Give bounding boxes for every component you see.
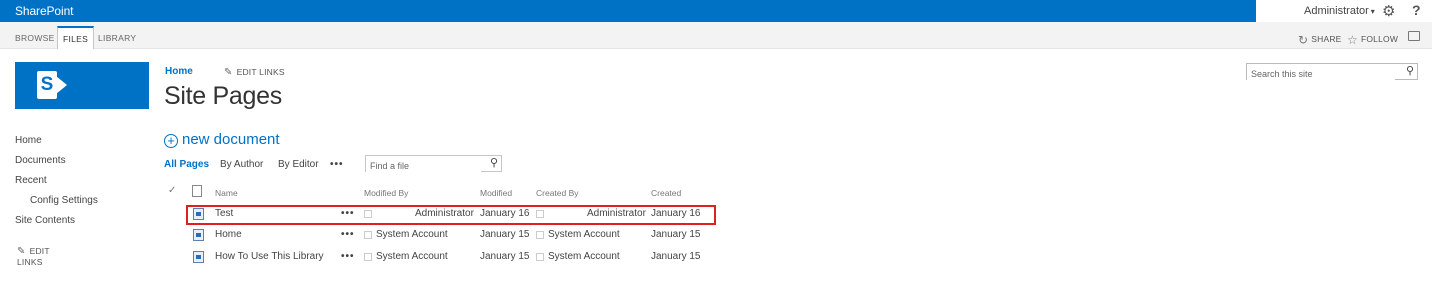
select-all-check-icon[interactable]: ✓ bbox=[168, 185, 176, 196]
row-modified: January 15 bbox=[480, 251, 530, 262]
user-name: Administrator bbox=[1304, 5, 1369, 17]
row-created-by[interactable]: System Account bbox=[548, 251, 620, 262]
column-header-modified[interactable]: Modified bbox=[480, 188, 512, 198]
focus-on-content-icon[interactable] bbox=[1408, 31, 1420, 41]
presence-icon bbox=[536, 253, 544, 261]
nav-item-home[interactable]: Home bbox=[15, 135, 42, 146]
row-created: January 15 bbox=[651, 229, 701, 240]
page-file-icon bbox=[193, 229, 204, 241]
row-modified: January 15 bbox=[480, 229, 530, 240]
row-name-link[interactable]: How To Use This Library bbox=[215, 251, 324, 262]
presence-icon bbox=[364, 231, 372, 239]
view-by-author[interactable]: By Author bbox=[220, 159, 263, 170]
table-row[interactable]: Home ••• System Account January 15 Syste… bbox=[0, 226, 720, 246]
row-created: January 15 bbox=[651, 251, 701, 262]
nav-item-documents[interactable]: Documents bbox=[15, 155, 66, 166]
share-icon: ↻ bbox=[1298, 33, 1309, 47]
suite-bar: SharePoint Administrator ▾ ⚙ ? bbox=[0, 0, 1432, 22]
column-header-created[interactable]: Created bbox=[651, 188, 681, 198]
tab-files[interactable]: FILES bbox=[57, 26, 95, 49]
view-more-menu[interactable]: ••• bbox=[330, 159, 344, 170]
user-menu[interactable]: Administrator ▾ bbox=[1304, 5, 1375, 17]
row-modified-by[interactable]: System Account bbox=[376, 251, 448, 262]
share-button[interactable]: ↻ SHARE bbox=[1298, 33, 1342, 47]
star-icon: ☆ bbox=[1347, 33, 1358, 47]
sharepoint-brand-link[interactable]: SharePoint bbox=[15, 4, 73, 18]
edit-links-label: EDIT LINKS bbox=[236, 67, 285, 77]
site-search-box: ⚲ bbox=[1246, 63, 1418, 82]
view-by-editor[interactable]: By Editor bbox=[278, 159, 319, 170]
column-header-created-by[interactable]: Created By bbox=[536, 188, 579, 198]
column-header-modified-by[interactable]: Modified By bbox=[364, 188, 408, 198]
page-file-icon bbox=[193, 251, 204, 263]
file-search-input[interactable] bbox=[366, 158, 481, 174]
help-icon[interactable]: ? bbox=[1412, 2, 1421, 18]
caret-down-icon: ▾ bbox=[1370, 7, 1375, 16]
new-document-button[interactable]: + new document bbox=[164, 131, 280, 148]
logo-arrow-shape bbox=[56, 76, 67, 94]
plus-circle-icon: + bbox=[164, 134, 178, 148]
table-row[interactable]: How To Use This Library ••• System Accou… bbox=[0, 248, 720, 268]
follow-button[interactable]: ☆ FOLLOW bbox=[1347, 33, 1398, 47]
nav-item-recent[interactable]: Recent bbox=[15, 175, 47, 186]
pencil-icon: ✎ bbox=[224, 67, 233, 78]
search-icon[interactable]: ⚲ bbox=[490, 156, 498, 169]
site-logo[interactable]: S bbox=[15, 62, 149, 109]
new-document-label: new document bbox=[182, 131, 280, 148]
share-label: SHARE bbox=[1311, 34, 1342, 44]
sharepoint-logo-icon: S bbox=[37, 71, 57, 99]
edit-links-top[interactable]: ✎ EDIT LINKS bbox=[224, 67, 285, 78]
row-menu-button[interactable]: ••• bbox=[341, 251, 355, 262]
presence-icon bbox=[536, 231, 544, 239]
document-type-icon bbox=[192, 185, 202, 197]
row-created-by[interactable]: System Account bbox=[548, 229, 620, 240]
row-modified-by[interactable]: System Account bbox=[376, 229, 448, 240]
view-all-pages[interactable]: All Pages bbox=[164, 159, 209, 170]
breadcrumb-home[interactable]: Home bbox=[165, 66, 193, 77]
tab-browse[interactable]: BROWSE bbox=[15, 27, 55, 49]
site-search-input[interactable] bbox=[1247, 66, 1395, 82]
gear-icon[interactable]: ⚙ bbox=[1382, 2, 1395, 20]
file-search-box: ⚲ bbox=[365, 155, 502, 174]
presence-icon bbox=[364, 253, 372, 261]
row-menu-button[interactable]: ••• bbox=[341, 229, 355, 240]
tab-library[interactable]: LIBRARY bbox=[98, 27, 136, 49]
highlight-box bbox=[186, 205, 716, 225]
row-name-link[interactable]: Home bbox=[215, 229, 242, 240]
page-title: Site Pages bbox=[164, 82, 282, 110]
column-header-name[interactable]: Name bbox=[215, 188, 238, 198]
search-icon[interactable]: ⚲ bbox=[1406, 64, 1414, 77]
follow-label: FOLLOW bbox=[1360, 34, 1399, 44]
ribbon: BROWSE FILES LIBRARY ↻ SHARE ☆ FOLLOW bbox=[0, 22, 1432, 49]
suite-bar-brand-area: SharePoint bbox=[0, 0, 1256, 22]
suite-bar-user-area: Administrator ▾ ⚙ ? bbox=[1256, 0, 1432, 22]
